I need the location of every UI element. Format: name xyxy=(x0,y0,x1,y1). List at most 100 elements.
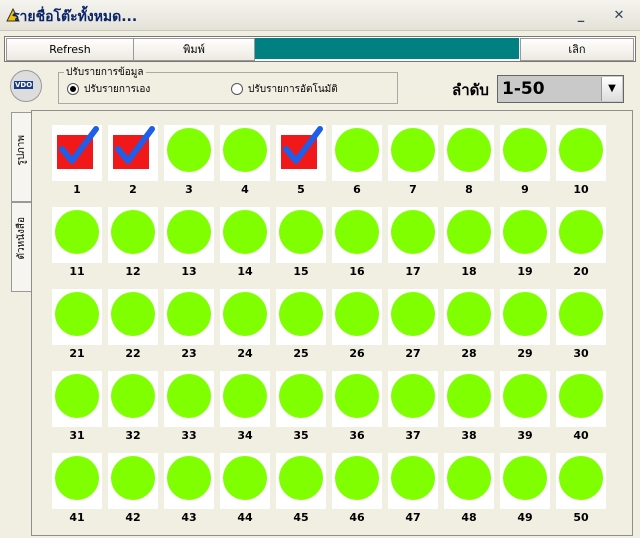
table-cell-11[interactable]: 11 xyxy=(52,207,102,278)
table-status-image[interactable] xyxy=(556,207,606,263)
table-status-image[interactable] xyxy=(108,125,158,181)
table-status-image[interactable] xyxy=(220,371,270,427)
table-status-image[interactable] xyxy=(52,371,102,427)
table-cell-19[interactable]: 19 xyxy=(500,207,550,278)
table-status-image[interactable] xyxy=(164,371,214,427)
table-cell-12[interactable]: 12 xyxy=(108,207,158,278)
table-status-image[interactable] xyxy=(332,125,382,181)
table-status-image[interactable] xyxy=(500,453,550,509)
table-cell-36[interactable]: 36 xyxy=(332,371,382,442)
close-icon[interactable]: ✕ xyxy=(608,6,630,26)
table-cell-24[interactable]: 24 xyxy=(220,289,270,360)
table-status-image[interactable] xyxy=(556,453,606,509)
table-cell-23[interactable]: 23 xyxy=(164,289,214,360)
table-status-image[interactable] xyxy=(52,207,102,263)
table-cell-6[interactable]: 6 xyxy=(332,125,382,196)
table-cell-40[interactable]: 40 xyxy=(556,371,606,442)
table-status-image[interactable] xyxy=(556,289,606,345)
table-status-image[interactable] xyxy=(500,371,550,427)
table-status-image[interactable] xyxy=(108,453,158,509)
table-status-image[interactable] xyxy=(332,207,382,263)
table-status-image[interactable] xyxy=(332,289,382,345)
table-status-image[interactable] xyxy=(108,289,158,345)
table-status-image[interactable] xyxy=(164,125,214,181)
table-cell-35[interactable]: 35 xyxy=(276,371,326,442)
table-status-image[interactable] xyxy=(388,453,438,509)
table-cell-50[interactable]: 50 xyxy=(556,453,606,524)
table-status-image[interactable] xyxy=(108,371,158,427)
table-cell-45[interactable]: 45 xyxy=(276,453,326,524)
table-cell-44[interactable]: 44 xyxy=(220,453,270,524)
table-cell-18[interactable]: 18 xyxy=(444,207,494,278)
auto-mode-radio[interactable] xyxy=(231,83,243,95)
table-status-image[interactable] xyxy=(444,453,494,509)
table-status-image[interactable] xyxy=(220,289,270,345)
table-status-image[interactable] xyxy=(164,289,214,345)
table-cell-42[interactable]: 42 xyxy=(108,453,158,524)
table-cell-20[interactable]: 20 xyxy=(556,207,606,278)
table-status-image[interactable] xyxy=(332,453,382,509)
cancel-button[interactable]: เลิก xyxy=(520,38,634,61)
table-status-image[interactable] xyxy=(500,125,550,181)
table-status-image[interactable] xyxy=(556,371,606,427)
table-status-image[interactable] xyxy=(388,371,438,427)
table-status-image[interactable] xyxy=(276,453,326,509)
table-status-image[interactable] xyxy=(388,125,438,181)
table-status-image[interactable] xyxy=(444,207,494,263)
table-status-image[interactable] xyxy=(276,125,326,181)
table-status-image[interactable] xyxy=(52,125,102,181)
table-cell-22[interactable]: 22 xyxy=(108,289,158,360)
print-button[interactable]: พิมพ์ xyxy=(133,38,255,61)
table-status-image[interactable] xyxy=(52,453,102,509)
table-cell-26[interactable]: 26 xyxy=(332,289,382,360)
table-cell-43[interactable]: 43 xyxy=(164,453,214,524)
tab-image[interactable]: รูปภาพ xyxy=(11,112,33,202)
table-cell-25[interactable]: 25 xyxy=(276,289,326,360)
table-status-image[interactable] xyxy=(276,207,326,263)
table-cell-2[interactable]: 2 xyxy=(108,125,158,196)
table-cell-32[interactable]: 32 xyxy=(108,371,158,442)
table-cell-41[interactable]: 41 xyxy=(52,453,102,524)
table-cell-7[interactable]: 7 xyxy=(388,125,438,196)
table-cell-1[interactable]: 1 xyxy=(52,125,102,196)
table-status-image[interactable] xyxy=(52,289,102,345)
table-status-image[interactable] xyxy=(388,289,438,345)
table-status-image[interactable] xyxy=(500,289,550,345)
table-status-image[interactable] xyxy=(332,371,382,427)
chevron-down-icon[interactable]: ▼ xyxy=(601,77,622,101)
manual-mode-radio[interactable] xyxy=(67,83,79,95)
auto-mode-label[interactable]: ปรับรายการอัตโนมัติ xyxy=(248,82,338,97)
table-status-image[interactable] xyxy=(444,125,494,181)
title-bar[interactable]: รายชื่อโต๊ะทั้งหมด... _ ✕ xyxy=(0,0,640,31)
table-cell-3[interactable]: 3 xyxy=(164,125,214,196)
table-cell-10[interactable]: 10 xyxy=(556,125,606,196)
table-status-image[interactable] xyxy=(276,371,326,427)
table-cell-29[interactable]: 29 xyxy=(500,289,550,360)
manual-mode-label[interactable]: ปรับรายการเอง xyxy=(84,82,150,97)
table-cell-8[interactable]: 8 xyxy=(444,125,494,196)
table-cell-13[interactable]: 13 xyxy=(164,207,214,278)
table-status-image[interactable] xyxy=(220,207,270,263)
table-status-image[interactable] xyxy=(108,207,158,263)
table-status-image[interactable] xyxy=(164,207,214,263)
table-cell-38[interactable]: 38 xyxy=(444,371,494,442)
table-cell-39[interactable]: 39 xyxy=(500,371,550,442)
table-cell-34[interactable]: 34 xyxy=(220,371,270,442)
table-cell-14[interactable]: 14 xyxy=(220,207,270,278)
table-cell-27[interactable]: 27 xyxy=(388,289,438,360)
table-cell-30[interactable]: 30 xyxy=(556,289,606,360)
table-status-image[interactable] xyxy=(444,289,494,345)
table-cell-48[interactable]: 48 xyxy=(444,453,494,524)
table-cell-16[interactable]: 16 xyxy=(332,207,382,278)
minimize-icon[interactable]: _ xyxy=(570,6,592,26)
table-status-image[interactable] xyxy=(220,453,270,509)
table-cell-33[interactable]: 33 xyxy=(164,371,214,442)
table-status-image[interactable] xyxy=(444,371,494,427)
table-cell-37[interactable]: 37 xyxy=(388,371,438,442)
table-cell-9[interactable]: 9 xyxy=(500,125,550,196)
table-cell-21[interactable]: 21 xyxy=(52,289,102,360)
table-cell-4[interactable]: 4 xyxy=(220,125,270,196)
table-cell-28[interactable]: 28 xyxy=(444,289,494,360)
table-cell-31[interactable]: 31 xyxy=(52,371,102,442)
refresh-button[interactable]: Refresh xyxy=(6,38,134,61)
